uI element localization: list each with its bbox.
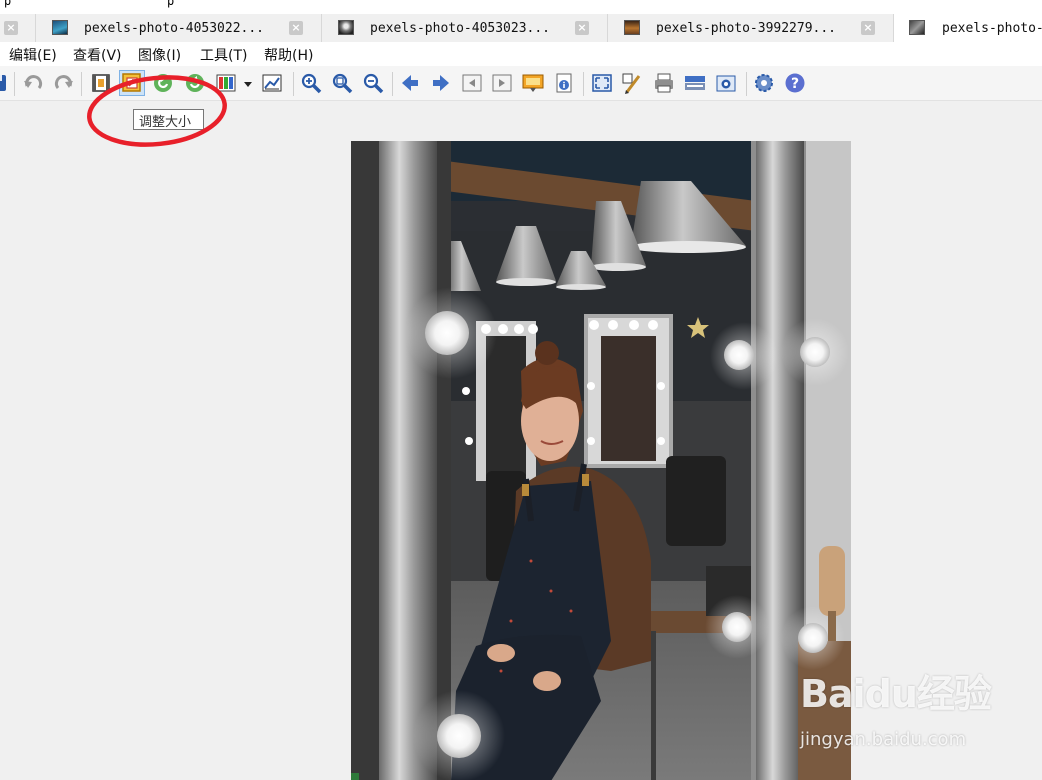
scanner-icon[interactable] (684, 72, 706, 94)
watermark: Baidu经验 jingyan.baidu.com (800, 663, 1000, 763)
help-icon[interactable]: ? (784, 72, 806, 94)
toolbar-separator (746, 72, 747, 96)
tab-close-icon[interactable]: × (575, 21, 589, 35)
menu-view[interactable]: 查看(V) (73, 45, 122, 65)
image-viewer-app: p p × pexels-photo-4053022... × pexels-p… (0, 0, 1042, 780)
tab-thumbnail-icon (909, 20, 925, 35)
fullscreen-icon[interactable] (591, 72, 613, 94)
tab-title: pexels-photo-3992279... (656, 21, 837, 36)
tab-close-icon[interactable]: × (861, 21, 875, 35)
tab-photo-4053022[interactable]: pexels-photo-4053022... × (36, 14, 322, 42)
zoom-in-icon[interactable] (300, 72, 322, 94)
menu-help[interactable]: 帮助(H) (264, 45, 313, 65)
toolbar-separator (81, 72, 82, 96)
dropdown-arrow-icon[interactable] (241, 72, 255, 94)
undo-icon[interactable] (22, 72, 44, 94)
annotation-circle (87, 75, 227, 147)
last-page-icon[interactable] (491, 72, 513, 94)
watermark-url: jingyan.baidu.com (800, 729, 967, 750)
first-page-icon[interactable] (461, 72, 483, 94)
title-fragment: p (167, 0, 175, 8)
menu-tools[interactable]: 工具(T) (200, 45, 247, 65)
tab-title: pexels-photo-4053023... (370, 21, 551, 36)
menu-image[interactable]: 图像(I) (138, 45, 181, 65)
title-fragment: p (4, 0, 12, 8)
chart-icon[interactable] (261, 72, 283, 94)
tab-thumbnail-icon (52, 20, 68, 35)
zoom-fit-icon[interactable] (331, 72, 353, 94)
top-title-strip: p p (0, 0, 1042, 14)
tab-close-icon[interactable]: × (4, 21, 18, 35)
tab-thumbnail-icon (624, 20, 640, 35)
tab-photo-4053023[interactable]: pexels-photo-4053023... × (322, 14, 608, 42)
slideshow-icon[interactable] (522, 72, 544, 94)
print-icon[interactable] (653, 72, 675, 94)
toolbar-separator (583, 72, 584, 96)
settings-gear-icon[interactable] (753, 72, 775, 94)
tab-title: pexels-photo-4053022... (84, 21, 265, 36)
menu-bar: 编辑(E) 查看(V) 图像(I) 工具(T) 帮助(H) (0, 42, 1042, 66)
toolbar-separator (392, 72, 393, 96)
save-icon[interactable] (0, 72, 10, 94)
tab-photo-active[interactable]: pexels-photo- (894, 14, 1042, 43)
tab-close-icon[interactable]: × (289, 21, 303, 35)
tab-title: pexels-photo- (942, 21, 1042, 36)
photo-image (351, 141, 851, 780)
redo-icon[interactable] (53, 72, 75, 94)
info-icon[interactable] (553, 72, 575, 94)
svg-text:?: ? (791, 76, 799, 92)
toolbar-separator (14, 72, 15, 96)
camera-icon[interactable] (715, 72, 737, 94)
next-arrow-icon[interactable] (430, 72, 452, 94)
toolbar-separator (293, 72, 294, 96)
menu-edit[interactable]: 编辑(E) (9, 45, 57, 65)
tab-partial[interactable]: × (0, 14, 36, 42)
zoom-out-icon[interactable] (362, 72, 384, 94)
paint-icon[interactable] (621, 72, 643, 94)
prev-arrow-icon[interactable] (399, 72, 421, 94)
tab-bar: × pexels-photo-4053022... × pexels-photo… (0, 14, 1042, 43)
tab-photo-3992279[interactable]: pexels-photo-3992279... × (608, 14, 894, 42)
watermark-brand: Baidu经验 (800, 672, 992, 716)
tab-thumbnail-icon (338, 20, 354, 35)
